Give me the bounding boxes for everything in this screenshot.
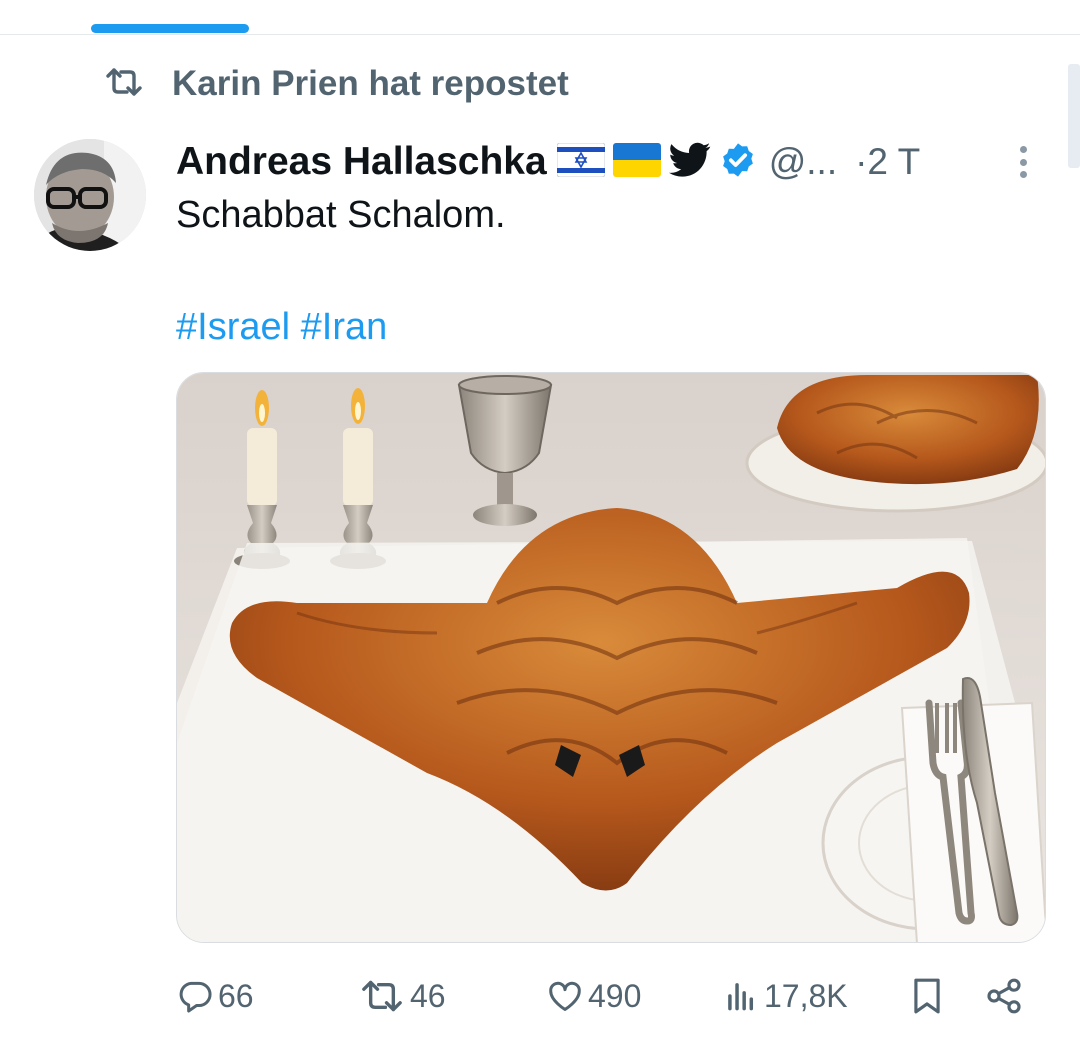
israel-flag-icon xyxy=(556,142,606,182)
author-handle[interactable]: @... xyxy=(769,141,837,183)
views-count: 17,8K xyxy=(764,977,848,1014)
tweet-hashtags: #Israel #Iran xyxy=(176,304,387,350)
repost-icon xyxy=(358,979,406,1013)
verified-badge-icon xyxy=(719,141,757,184)
repost-count: 46 xyxy=(410,977,446,1014)
like-button[interactable]: 490 xyxy=(546,970,641,1022)
scrollbar[interactable] xyxy=(1068,64,1080,168)
repost-icon xyxy=(104,67,144,102)
reply-icon xyxy=(176,977,214,1015)
analytics-icon xyxy=(722,977,760,1015)
bookmark-button[interactable] xyxy=(908,970,946,1022)
tweet-text: Schabbat Schalom. xyxy=(176,194,506,236)
hashtag-link[interactable]: #Israel xyxy=(176,306,290,348)
tweet-photo[interactable] xyxy=(176,372,1046,943)
tweet-header: Andreas Hallaschka @... ·2 T xyxy=(176,134,920,190)
like-count: 490 xyxy=(588,977,642,1014)
reply-count: 66 xyxy=(218,977,254,1014)
heart-icon xyxy=(546,977,584,1015)
bookmark-icon xyxy=(908,975,946,1017)
active-tab-indicator xyxy=(91,24,249,33)
repost-button[interactable]: 46 xyxy=(358,970,446,1022)
share-button[interactable] xyxy=(984,970,1024,1022)
share-icon xyxy=(984,976,1024,1016)
reply-button[interactable]: 66 xyxy=(176,970,254,1022)
repost-context[interactable]: Karin Prien hat repostet xyxy=(104,62,569,106)
views-button[interactable]: 17,8K xyxy=(722,970,848,1022)
ukraine-flag-icon xyxy=(612,142,661,182)
author-avatar[interactable] xyxy=(34,139,146,251)
more-options-button[interactable] xyxy=(1008,142,1038,182)
hashtag-link[interactable]: #Iran xyxy=(301,306,388,348)
tweet-actions: 66 46 490 17,8K xyxy=(176,970,1036,1022)
tweet-timestamp[interactable]: ·2 T xyxy=(855,141,920,183)
author-badges xyxy=(556,141,757,184)
top-divider xyxy=(0,34,1080,35)
repost-label: Karin Prien hat repostet xyxy=(172,64,569,103)
twitter-bird-icon xyxy=(668,142,711,183)
author-name[interactable]: Andreas Hallaschka xyxy=(176,140,547,184)
